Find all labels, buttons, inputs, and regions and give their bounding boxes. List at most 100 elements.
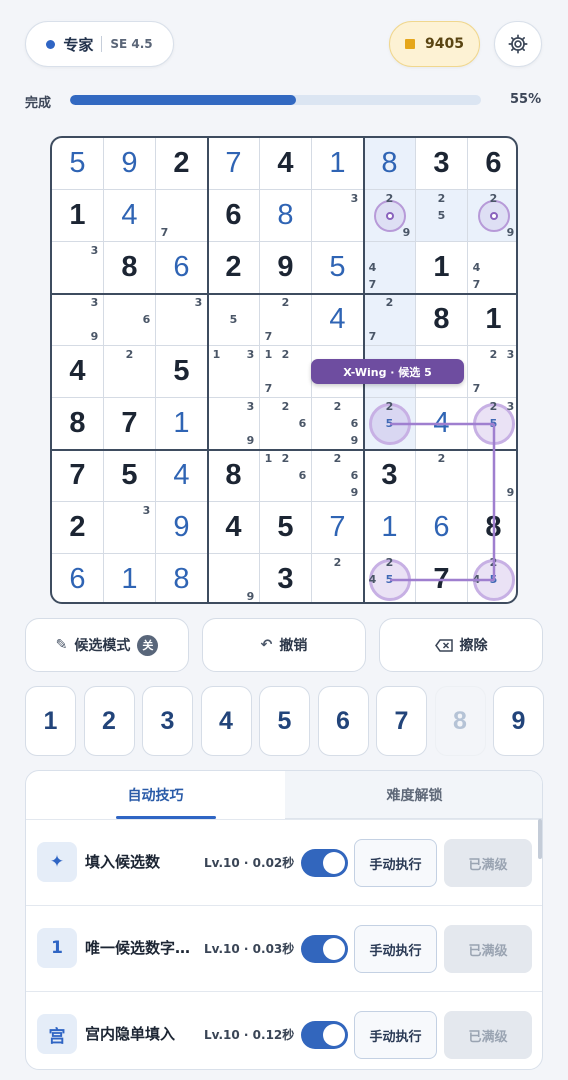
sudoku-cell-r5c2[interactable]: 2	[104, 346, 156, 398]
sudoku-cell-r6c9[interactable]: 235	[468, 398, 516, 450]
sudoku-cell-r4c8[interactable]: 8	[416, 294, 468, 346]
sudoku-cell-r2c9[interactable]: 29	[468, 190, 516, 242]
sudoku-cell-r7c3[interactable]: 4	[156, 450, 208, 502]
sudoku-cell-r8c8[interactable]: 6	[416, 502, 468, 554]
sudoku-cell-r1c4[interactable]: 7	[208, 138, 260, 190]
sudoku-cell-r7c2[interactable]: 5	[104, 450, 156, 502]
number-key-8[interactable]: 8	[434, 686, 486, 756]
manual-run-button[interactable]: 手动执行	[354, 839, 437, 887]
sudoku-cell-r5c1[interactable]: 4	[52, 346, 104, 398]
sudoku-cell-r3c7[interactable]: 47	[364, 242, 416, 294]
number-key-9[interactable]: 9	[493, 686, 544, 756]
skill-toggle[interactable]	[301, 849, 348, 877]
skill-toggle[interactable]	[301, 935, 348, 963]
sudoku-cell-r2c3[interactable]: 7	[156, 190, 208, 242]
sudoku-cell-r8c7[interactable]: 1	[364, 502, 416, 554]
sudoku-cell-r1c7[interactable]: 8	[364, 138, 416, 190]
sudoku-cell-r5c5[interactable]: 12 7	[260, 346, 312, 398]
sudoku-cell-r2c4[interactable]: 6	[208, 190, 260, 242]
sudoku-cell-r7c4[interactable]: 8	[208, 450, 260, 502]
sudoku-cell-r2c1[interactable]: 1	[52, 190, 104, 242]
sudoku-cell-r4c6[interactable]: 4	[312, 294, 364, 346]
sudoku-cell-r7c5[interactable]: 126	[260, 450, 312, 502]
sudoku-cell-r8c3[interactable]: 9	[156, 502, 208, 554]
number-key-7[interactable]: 7	[376, 686, 427, 756]
sudoku-cell-r7c9[interactable]: 9	[468, 450, 516, 502]
sudoku-cell-r7c1[interactable]: 7	[52, 450, 104, 502]
sudoku-cell-r2c5[interactable]: 8	[260, 190, 312, 242]
manual-run-button[interactable]: 手动执行	[354, 1011, 437, 1059]
settings-button[interactable]	[494, 21, 542, 67]
sudoku-cell-r4c2[interactable]: 6	[104, 294, 156, 346]
tab-auto-skills[interactable]: 自动技巧	[26, 771, 285, 819]
number-key-5[interactable]: 5	[259, 686, 310, 756]
sudoku-cell-r1c2[interactable]: 9	[104, 138, 156, 190]
undo-button[interactable]: ↶ 撤销	[202, 618, 366, 672]
sudoku-cell-r3c4[interactable]: 2	[208, 242, 260, 294]
sudoku-cell-r9c2[interactable]: 1	[104, 554, 156, 602]
sudoku-cell-r5c9[interactable]: 23 7	[468, 346, 516, 398]
sudoku-cell-r4c4[interactable]: 5	[208, 294, 260, 346]
sudoku-cell-r3c9[interactable]: 47	[468, 242, 516, 294]
sudoku-cell-r9c5[interactable]: 3	[260, 554, 312, 602]
sudoku-cell-r7c8[interactable]: 2	[416, 450, 468, 502]
sudoku-cell-r3c3[interactable]: 6	[156, 242, 208, 294]
sudoku-cell-r6c1[interactable]: 8	[52, 398, 104, 450]
sudoku-cell-r1c6[interactable]: 1	[312, 138, 364, 190]
sudoku-cell-r5c3[interactable]: 5	[156, 346, 208, 398]
sudoku-cell-r3c2[interactable]: 8	[104, 242, 156, 294]
sudoku-cell-r9c7[interactable]: 245	[364, 554, 416, 602]
sudoku-cell-r1c1[interactable]: 5	[52, 138, 104, 190]
sudoku-cell-r9c6[interactable]: 2	[312, 554, 364, 602]
skill-toggle[interactable]	[301, 1021, 348, 1049]
sudoku-cell-r1c8[interactable]: 3	[416, 138, 468, 190]
sudoku-cell-r4c3[interactable]: 3	[156, 294, 208, 346]
sudoku-cell-r3c6[interactable]: 5	[312, 242, 364, 294]
sudoku-cell-r8c1[interactable]: 2	[52, 502, 104, 554]
sudoku-cell-r8c9[interactable]: 8	[468, 502, 516, 554]
sudoku-cell-r9c9[interactable]: 245	[468, 554, 516, 602]
sudoku-cell-r1c5[interactable]: 4	[260, 138, 312, 190]
sudoku-cell-r4c7[interactable]: 27	[364, 294, 416, 346]
coin-balance[interactable]: 9405	[389, 21, 480, 67]
sudoku-cell-r3c1[interactable]: 3	[52, 242, 104, 294]
sudoku-cell-r4c5[interactable]: 27	[260, 294, 312, 346]
scrollbar[interactable]	[538, 819, 542, 859]
sudoku-board[interactable]: 5927418361476832925293862954714739635274…	[50, 136, 518, 604]
sudoku-cell-r8c6[interactable]: 7	[312, 502, 364, 554]
sudoku-cell-r9c3[interactable]: 8	[156, 554, 208, 602]
number-key-3[interactable]: 3	[142, 686, 193, 756]
sudoku-cell-r4c9[interactable]: 1	[468, 294, 516, 346]
pencil-mode-button[interactable]: ✎ 候选模式 关	[25, 618, 189, 672]
sudoku-cell-r6c2[interactable]: 7	[104, 398, 156, 450]
difficulty-pill[interactable]: 专家 SE 4.5	[25, 21, 174, 67]
sudoku-cell-r8c5[interactable]: 5	[260, 502, 312, 554]
sudoku-cell-r5c4[interactable]: 13	[208, 346, 260, 398]
number-key-6[interactable]: 6	[317, 686, 369, 756]
sudoku-cell-r8c4[interactable]: 4	[208, 502, 260, 554]
sudoku-cell-r1c3[interactable]: 2	[156, 138, 208, 190]
tab-difficulty-unlock[interactable]: 难度解锁	[285, 771, 542, 819]
sudoku-cell-r9c8[interactable]: 7	[416, 554, 468, 602]
sudoku-cell-r6c5[interactable]: 26	[260, 398, 312, 450]
sudoku-cell-r7c7[interactable]: 3	[364, 450, 416, 502]
sudoku-cell-r6c8[interactable]: 4	[416, 398, 468, 450]
sudoku-cell-r9c1[interactable]: 6	[52, 554, 104, 602]
sudoku-cell-r6c6[interactable]: 26 9	[312, 398, 364, 450]
sudoku-cell-r9c4[interactable]: 9	[208, 554, 260, 602]
sudoku-cell-r2c7[interactable]: 29	[364, 190, 416, 242]
manual-run-button[interactable]: 手动执行	[354, 925, 437, 973]
sudoku-cell-r6c7[interactable]: 25	[364, 398, 416, 450]
sudoku-cell-r8c2[interactable]: 3	[104, 502, 156, 554]
sudoku-cell-r2c2[interactable]: 4	[104, 190, 156, 242]
number-key-2[interactable]: 2	[83, 686, 135, 756]
number-key-4[interactable]: 4	[200, 686, 252, 756]
sudoku-cell-r3c8[interactable]: 1	[416, 242, 468, 294]
sudoku-cell-r3c5[interactable]: 9	[260, 242, 312, 294]
sudoku-cell-r6c4[interactable]: 39	[208, 398, 260, 450]
number-key-1[interactable]: 1	[25, 686, 76, 756]
sudoku-cell-r2c6[interactable]: 3	[312, 190, 364, 242]
sudoku-cell-r2c8[interactable]: 25	[416, 190, 468, 242]
erase-button[interactable]: 擦除	[379, 618, 543, 672]
sudoku-cell-r4c1[interactable]: 39	[52, 294, 104, 346]
